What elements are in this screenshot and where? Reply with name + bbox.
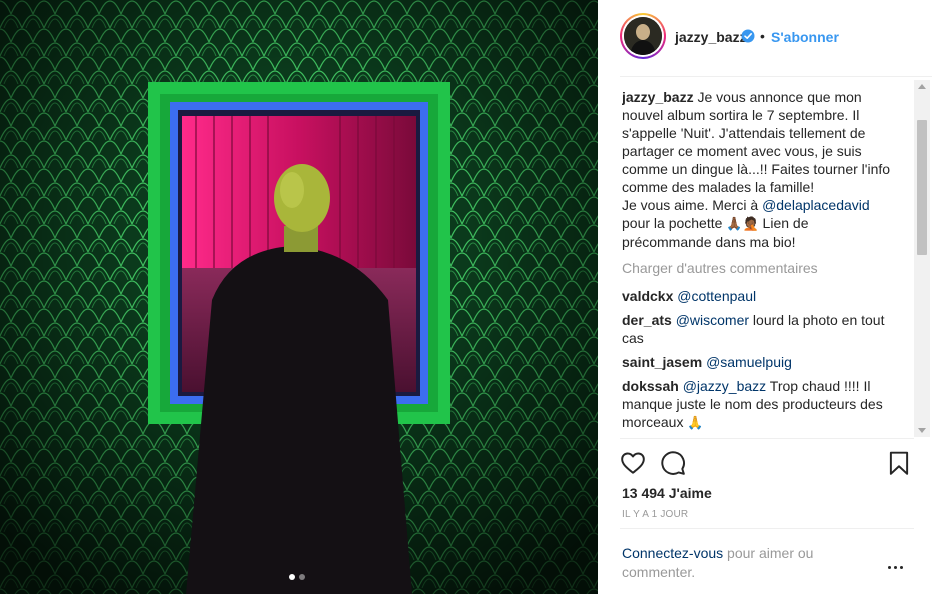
comments-scrollbar[interactable] xyxy=(914,80,930,437)
comment-item: saint_jasem @samuelpuig xyxy=(622,353,896,371)
comment-mention[interactable]: @cottenpaul xyxy=(677,288,756,304)
follow-button[interactable]: S'abonner xyxy=(771,29,839,45)
comments-list: jazzy_bazz Je vous annonce que mon nouve… xyxy=(622,88,896,436)
comment-item: dokssah @jazzy_bazz Trop chaud !!!! Il m… xyxy=(622,377,896,432)
caption-text-2: Je vous aime. Merci à xyxy=(622,197,763,213)
caption-emojis: 🙏🏾🤦🏾 xyxy=(726,216,759,231)
album-cover-illustration xyxy=(0,0,598,594)
separator-bullet: • xyxy=(760,28,765,44)
verified-badge-icon xyxy=(741,29,755,43)
scroll-down-arrow-icon[interactable] xyxy=(918,428,926,433)
story-ring[interactable] xyxy=(620,13,666,59)
comment-username[interactable]: der_ats xyxy=(622,312,672,328)
likes-count[interactable]: 13 494 J'aime xyxy=(622,485,712,501)
caption: jazzy_bazz Je vous annonce que mon nouve… xyxy=(622,88,896,251)
comment-username[interactable]: valdckx xyxy=(622,288,673,304)
comment-mention[interactable]: @jazzy_bazz xyxy=(683,378,766,394)
divider xyxy=(620,438,914,439)
comment-item: valdckx @cottenpaul xyxy=(622,287,896,305)
comment-item: der_ats @wiscomer lourd la photo en tout… xyxy=(622,311,896,347)
header-username[interactable]: jazzy_bazz xyxy=(675,29,747,45)
scroll-up-arrow-icon[interactable] xyxy=(918,84,926,89)
post-timestamp[interactable]: IL Y A 1 JOUR xyxy=(622,509,688,520)
load-more-comments-button[interactable]: Charger d'autres commentaires xyxy=(622,259,896,277)
heart-outline-icon[interactable] xyxy=(620,450,646,476)
comment-mention[interactable]: @samuelpuig xyxy=(706,354,792,370)
scroll-thumb[interactable] xyxy=(917,120,927,255)
avatar-image xyxy=(624,17,662,55)
divider xyxy=(620,528,914,529)
caption-mention[interactable]: @delaplacedavid xyxy=(762,197,870,213)
login-link[interactable]: Connectez-vous xyxy=(622,545,723,561)
carousel-dot[interactable] xyxy=(299,574,305,580)
post-side-panel: jazzy_bazz • S'abonner jazzy_bazz Je vou… xyxy=(598,0,932,594)
avatar[interactable] xyxy=(624,17,662,55)
carousel-dot-active[interactable] xyxy=(289,574,295,580)
divider xyxy=(620,76,932,77)
more-options-icon[interactable] xyxy=(888,560,908,574)
action-bar xyxy=(598,448,932,478)
comment-mention[interactable]: @wiscomer xyxy=(676,312,749,328)
comment-username[interactable]: dokssah xyxy=(622,378,679,394)
comment-username[interactable]: saint_jasem xyxy=(622,354,702,370)
caption-text-3: pour la pochette xyxy=(622,215,727,231)
post-image[interactable] xyxy=(0,0,598,594)
caption-username[interactable]: jazzy_bazz xyxy=(622,89,694,105)
carousel-dots xyxy=(289,574,305,580)
speech-bubble-icon[interactable] xyxy=(660,450,686,476)
login-prompt: Connectez-vous pour aimer ou commenter. xyxy=(622,544,852,582)
bookmark-icon[interactable] xyxy=(886,450,912,476)
comment-emoji: 🙏 xyxy=(687,415,704,430)
post-header: jazzy_bazz • S'abonner xyxy=(598,0,932,76)
